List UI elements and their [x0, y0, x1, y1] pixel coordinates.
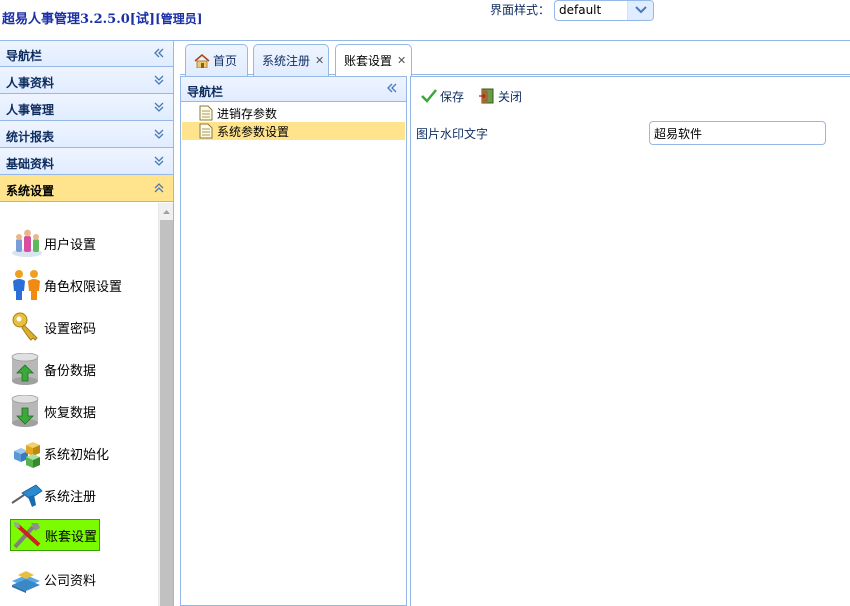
close-icon[interactable]: ✕: [397, 54, 406, 67]
company-books-icon: [10, 563, 44, 595]
section-personnel-management[interactable]: 人事管理: [0, 94, 173, 121]
chevron-down-icon[interactable]: [627, 1, 653, 20]
menu-item-label: 系统初始化: [44, 447, 110, 463]
tree-node-label: 系统参数设置: [217, 124, 290, 139]
scroll-up-arrow-icon[interactable]: [159, 203, 173, 220]
menu-item-label: 备份数据: [44, 363, 97, 379]
scrollbar-thumb[interactable]: [160, 220, 173, 606]
collapse-left-icon[interactable]: [153, 47, 165, 62]
collapse-up-icon: [153, 182, 165, 197]
tab-bar: 首页 系统注册 ✕ 账套设置 ✕: [180, 41, 850, 76]
menu-item-backup-data[interactable]: 备份数据: [10, 352, 97, 385]
menu-item-account-settings[interactable]: 账套设置: [10, 519, 101, 551]
settings-form-panel: 保存 关闭 图片水印文字: [410, 76, 850, 606]
tab-account-settings[interactable]: 账套设置 ✕: [335, 44, 412, 76]
menu-item-system-init[interactable]: 系统初始化: [10, 437, 109, 469]
key-icon: [10, 311, 44, 343]
tab-home[interactable]: 首页: [185, 44, 248, 76]
theme-label: 界面样式：: [490, 3, 551, 17]
main-area: 首页 系统注册 ✕ 账套设置 ✕ 导航栏 进销存参数 系统参数设置 保存 关闭 …: [180, 41, 850, 606]
left-nav-header: 导航栏: [0, 41, 173, 67]
tab-label: 首页: [213, 54, 238, 68]
cubes-icon: [10, 437, 44, 469]
checkmark-icon: [421, 88, 437, 104]
menu-item-label: 用户设置: [44, 237, 97, 253]
menu-item-user-settings[interactable]: 用户设置: [10, 227, 96, 259]
expand-down-icon: [153, 155, 165, 170]
tree-node-system-params[interactable]: 系统参数设置: [182, 122, 405, 140]
collapse-left-icon[interactable]: [386, 82, 398, 97]
watermark-text-input[interactable]: [649, 121, 826, 145]
section-statistics-reports[interactable]: 统计报表: [0, 121, 173, 148]
drill-icon: [10, 479, 44, 511]
menu-item-label: 账套设置: [45, 529, 98, 545]
close-button-label: 关闭: [498, 89, 523, 104]
section-label: 人事管理: [6, 103, 55, 117]
app-title: 超易人事管理3.2.5.0[试][管理员]: [2, 8, 202, 27]
database-restore-icon: [10, 394, 44, 427]
inner-nav-title: 导航栏: [187, 85, 224, 99]
menu-item-system-register[interactable]: 系统注册: [10, 479, 96, 511]
left-nav-title: 导航栏: [6, 49, 43, 63]
menu-item-label: 公司资料: [44, 573, 97, 589]
tools-icon: [11, 519, 45, 551]
close-button[interactable]: 关闭: [479, 87, 522, 105]
save-button-label: 保存: [440, 89, 465, 104]
tab-label: 账套设置: [344, 54, 393, 68]
watermark-text-label: 图片水印文字: [416, 127, 489, 141]
inner-nav-header: 导航栏: [181, 77, 406, 102]
theme-select-value: default: [559, 3, 602, 17]
file-icon: [199, 123, 213, 139]
left-navigation: 导航栏 人事资料 人事管理 统计报表 基础资料 系统设置 用户设置 角色权限设置…: [0, 41, 174, 606]
section-system-settings[interactable]: 系统设置: [0, 175, 173, 202]
app-title-text: 超易人事管理3.2.5.0[试]: [2, 12, 156, 27]
menu-item-set-password[interactable]: 设置密码: [10, 311, 96, 343]
home-icon: [194, 53, 210, 68]
expand-down-icon: [153, 101, 165, 116]
database-backup-icon: [10, 352, 44, 385]
menu-item-label: 系统注册: [44, 489, 97, 505]
exit-door-icon: [479, 88, 495, 104]
menu-item-label: 恢复数据: [44, 405, 97, 421]
tab-system-register[interactable]: 系统注册 ✕: [253, 44, 329, 76]
tab-label: 系统注册: [262, 54, 311, 68]
menu-item-company-info[interactable]: 公司资料: [10, 563, 96, 595]
close-icon[interactable]: ✕: [315, 54, 324, 67]
theme-select[interactable]: default: [554, 0, 654, 21]
section-basic-data[interactable]: 基础资料: [0, 148, 173, 175]
menu-item-restore-data[interactable]: 恢复数据: [10, 394, 97, 427]
app-header: 超易人事管理3.2.5.0[试][管理员] 界面样式： default: [0, 0, 850, 41]
section-label: 基础资料: [6, 157, 55, 171]
expand-down-icon: [153, 74, 165, 89]
user-role: [管理员]: [155, 12, 203, 26]
section-label: 人事资料: [6, 76, 55, 90]
section-label: 系统设置: [6, 184, 55, 198]
users-icon: [10, 227, 44, 259]
menu-item-label: 角色权限设置: [44, 279, 123, 295]
section-label: 统计报表: [6, 130, 55, 144]
tree-node-inventory-params[interactable]: 进销存参数: [182, 104, 405, 122]
system-settings-panel: 用户设置 角色权限设置 设置密码 备份数据 恢复数据 系统初始化 系统注册 账套…: [0, 203, 173, 606]
file-icon: [199, 105, 213, 121]
role-people-icon: [10, 269, 44, 301]
inner-navigation: 导航栏 进销存参数 系统参数设置: [180, 76, 407, 606]
save-button[interactable]: 保存: [421, 87, 464, 105]
tree-node-label: 进销存参数: [217, 106, 278, 121]
section-personnel-data[interactable]: 人事资料: [0, 67, 173, 94]
menu-item-role-permissions[interactable]: 角色权限设置: [10, 269, 122, 301]
expand-down-icon: [153, 128, 165, 143]
menu-item-label: 设置密码: [44, 321, 97, 337]
vertical-scrollbar[interactable]: [158, 203, 173, 606]
